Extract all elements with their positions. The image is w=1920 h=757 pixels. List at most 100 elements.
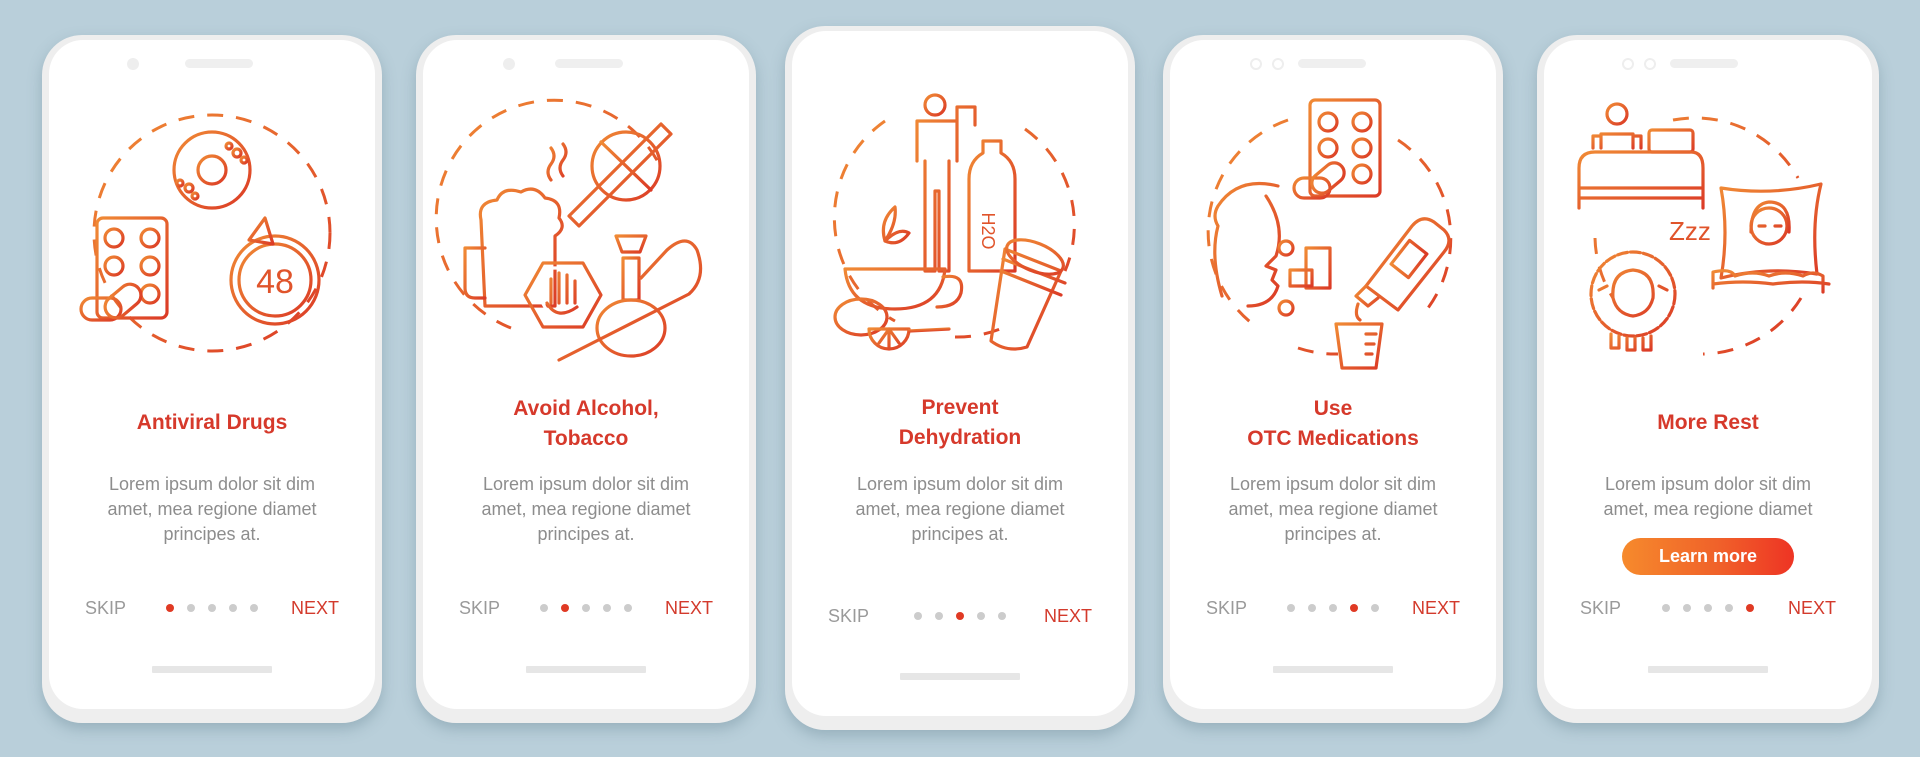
page-dot-3-active[interactable] [956,612,964,620]
home-indicator[interactable] [526,666,646,673]
next-button[interactable]: NEXT [1044,604,1092,628]
phone-screen: H2O Prevent Dehydration Lorem ipsum dolo… [792,31,1128,716]
page-dot-4[interactable] [1725,604,1733,612]
camera-icon [503,58,515,70]
syrup-bottle-icon [1354,217,1451,322]
avoid-alcohol-tobacco-illustration [434,98,721,368]
inhaler-face-icon [1213,181,1332,317]
page-dot-2[interactable] [935,612,943,620]
home-indicator[interactable] [900,673,1020,680]
skip-button[interactable]: SKIP [1580,596,1621,620]
screen-title: Antiviral Drugs [49,408,375,438]
skip-button[interactable]: SKIP [459,596,500,620]
speaker-grille [185,59,253,68]
screen-title: Avoid Alcohol, Tobacco [423,394,749,454]
page-dot-3[interactable] [1329,604,1337,612]
tea-cup-lemon-icon [833,205,964,351]
beer-mug-icon [463,187,564,308]
48-hour-timer-icon: 48 [229,216,321,326]
onboarding-screen-1: 48 Antiviral Drugs Lorem ipsum dolor sit… [42,35,382,723]
skip-button[interactable]: SKIP [85,596,126,620]
title-line: Avoid Alcohol, [513,397,659,420]
antiviral-drugs-illustration: 48 [77,98,347,368]
onboarding-nav: SKIP NEXT [1170,596,1496,620]
page-indicator [540,604,632,612]
stop-hand-icon [523,261,603,329]
sheep-icon [1589,250,1677,352]
otc-medications-illustration [1198,98,1468,370]
description-line: Lorem ipsum dolor sit dim [856,474,1064,494]
page-dot-2[interactable] [1308,604,1316,612]
page-indicator [1662,604,1754,612]
phone-screen: 48 Antiviral Drugs Lorem ipsum dolor sit… [49,40,375,709]
onboarding-nav: SKIP NEXT [1544,596,1872,620]
home-indicator[interactable] [152,666,272,673]
screen-description: Lorem ipsum dolor sit dim amet, mea regi… [1210,472,1456,547]
learn-more-button[interactable]: Learn more [1622,538,1794,575]
description-line: amet, mea regione diamet [855,499,1065,519]
skip-button[interactable]: SKIP [828,604,869,628]
page-dot-1[interactable] [1662,604,1670,612]
page-dot-3[interactable] [208,604,216,612]
next-button[interactable]: NEXT [291,596,339,620]
page-dot-5[interactable] [624,604,632,612]
page-dot-4-active[interactable] [1350,604,1358,612]
coffee-cup-icon [989,238,1067,351]
screen-description: Lorem ipsum dolor sit dim amet, mea regi… [832,472,1088,547]
camera-icon [1272,58,1284,70]
zzz-label: Zzz [1669,216,1711,246]
next-button[interactable]: NEXT [665,596,713,620]
next-button[interactable]: NEXT [1788,596,1836,620]
screen-description: Lorem ipsum dolor sit dim amet, mea regi… [89,472,335,547]
page-dot-4[interactable] [229,604,237,612]
home-indicator[interactable] [1648,666,1768,673]
page-dot-4[interactable] [603,604,611,612]
page-dot-2-active[interactable] [561,604,569,612]
more-rest-illustration: Zzz [1573,98,1843,368]
pill-blister-icon [95,216,169,320]
page-dot-5[interactable] [1371,604,1379,612]
onboarding-nav: SKIP NEXT [792,604,1128,628]
screen-description: Lorem ipsum dolor sit dim amet, mea regi… [463,472,709,547]
page-dot-2[interactable] [1683,604,1691,612]
screen-title: More Rest [1544,408,1872,438]
page-dot-5[interactable] [998,612,1006,620]
onboarding-nav: SKIP NEXT [423,596,749,620]
capsules-icon [79,282,143,322]
page-indicator [914,612,1006,620]
screen-title: Use OTC Medications [1170,394,1496,454]
screen-description: Lorem ipsum dolor sit dim amet, mea regi… [1584,472,1832,522]
page-dot-4[interactable] [977,612,985,620]
onboarding-screen-4: Use OTC Medications Lorem ipsum dolor si… [1163,35,1503,723]
onboarding-screen-2: Avoid Alcohol, Tobacco Lorem ipsum dolor… [416,35,756,723]
page-dot-2[interactable] [187,604,195,612]
description-line: Lorem ipsum dolor sit dim [1604,474,1812,494]
next-button[interactable]: NEXT [1412,596,1460,620]
page-dot-1[interactable] [1287,604,1295,612]
title-line: More Rest [1657,411,1759,434]
page-indicator [1287,604,1379,612]
page-dot-3[interactable] [582,604,590,612]
dashed-circle-decoration [434,98,663,330]
onboarding-screen-3: H2O Prevent Dehydration Lorem ipsum dolo… [785,26,1135,730]
title-line: Tobacco [543,427,629,450]
title-line: OTC Medications [1247,427,1419,450]
person-drinking-icon [915,93,977,273]
onboarding-nav: SKIP NEXT [49,596,375,620]
dashed-circle-decoration [1206,118,1453,356]
page-dot-5-active[interactable] [1746,604,1754,612]
page-indicator [166,604,258,612]
page-dot-1[interactable] [914,612,922,620]
timer-label: 48 [256,263,294,301]
sleeping-woman-icon [1711,182,1831,294]
page-dot-5[interactable] [250,604,258,612]
page-dot-3[interactable] [1704,604,1712,612]
skip-button[interactable]: SKIP [1206,596,1247,620]
page-dot-1-active[interactable] [166,604,174,612]
title-line: Dehydration [898,426,1022,449]
description-line: principes at. [163,524,261,544]
page-dot-1[interactable] [540,604,548,612]
zzz-icon: Zzz [1669,216,1711,246]
description-line: amet, mea regione diamet [1603,499,1813,519]
home-indicator[interactable] [1273,666,1393,673]
